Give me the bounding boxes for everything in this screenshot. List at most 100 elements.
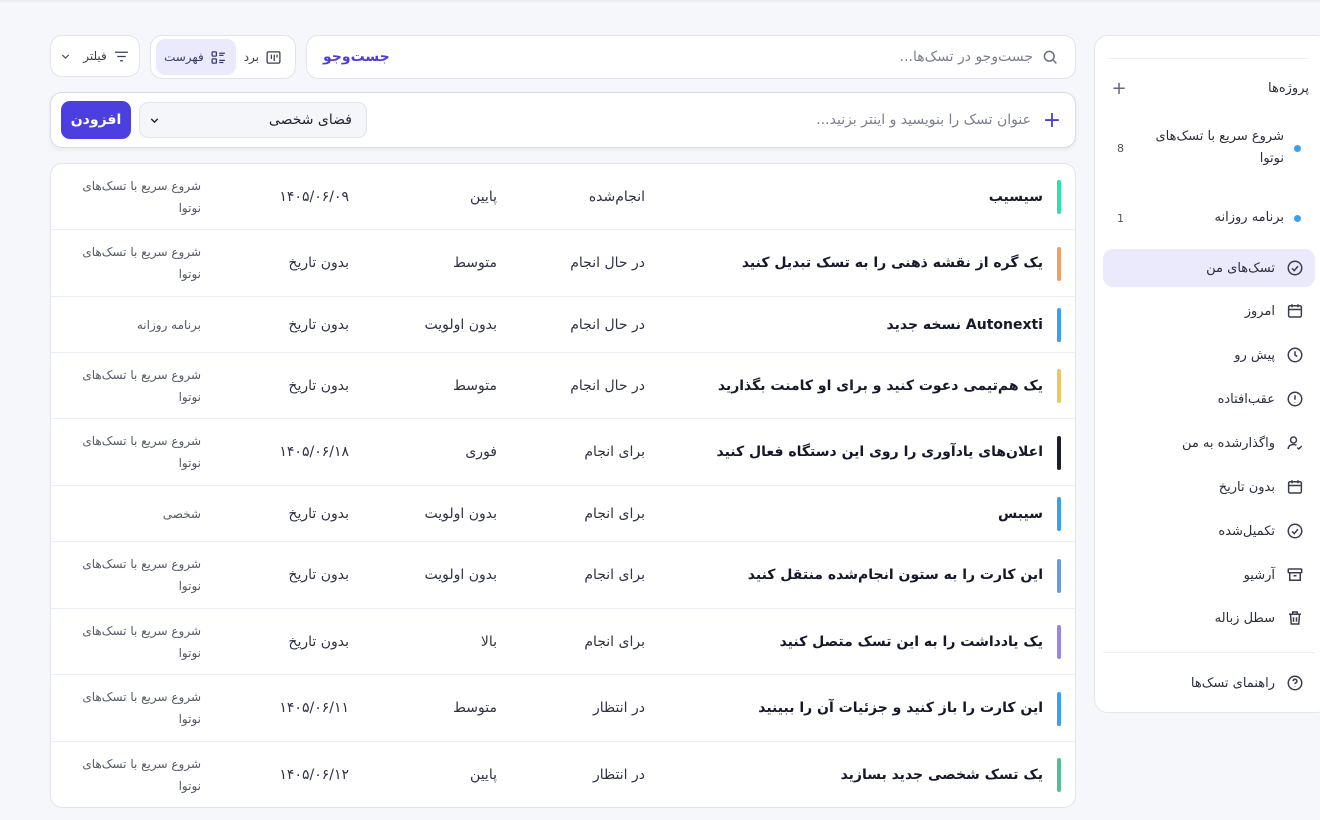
add-project-icon[interactable]: + [1107,78,1131,99]
task-project: شخصی [61,486,201,541]
task-title-text: یک یادداشت را به این تسک متصل کنید [779,633,1043,650]
project-name: شروع سریع با تسک‌های نوتوا [1155,129,1284,166]
sidebar-item-completed[interactable]: تکمیل‌شده [1103,512,1315,550]
task-title-text: این کارت را باز کنید و جزئیات آن را ببین… [758,700,1043,716]
sidebar-item-overdue[interactable]: عقب‌افتاده [1103,380,1315,418]
view-toggle: برد فهرست [150,35,296,79]
table-row[interactable]: یک هم‌تیمی دعوت کنید و برای او کامنت بگذ… [51,353,1075,419]
task-table: سیسیب انجام‌شده پایین ۱۴۰۵/۰۶/۰۹ شروع سریع ب… [50,163,1076,808]
task-project: شروع سریع با تسک‌های نوتوا [61,609,201,674]
task-project: برنامه روزانه [61,297,201,352]
projects-title: پروژه‌ها [1268,80,1309,96]
sidebar-item-today[interactable]: امروز [1103,292,1315,330]
task-project-text: شروع سریع با تسک‌های نوتوا [82,178,201,215]
sidebar-item-label: تکمیل‌شده [1218,523,1275,539]
task-project: شروع سریع با تسک‌های نوتوا [61,353,201,418]
table-row[interactable]: یک تسک شخصی جدید بسازید در انتظار پایین ۱۴۰… [51,742,1075,807]
task-title: یک گره از نقشه ذهنی را به تسک تبدیل کنید [663,230,1043,296]
project-name: برنامه روزانه [1214,210,1284,225]
task-color-bar [1057,497,1061,531]
task-priority-text: پایین [470,188,497,205]
task-status-text: در حال انجام [570,316,645,333]
task-due-date-text: بدون تاریخ [288,255,349,271]
add-task-button[interactable]: افزودن [61,101,131,139]
table-row[interactable]: یک گره از نقشه ذهنی را به تسک تبدیل کنید… [51,230,1075,297]
filter-icon [113,47,131,65]
chevron-down-icon [59,47,77,65]
quick-add-bar: + فضای شخصی افزودن [50,92,1076,148]
sidebar-item-label: سطل زباله [1214,610,1275,626]
filter-button[interactable]: فیلتر [50,35,140,77]
sidebar-item-assigned[interactable]: واگذارشده به من [1103,424,1315,462]
search-bar: جست‌وجو [306,35,1076,79]
sidebar-item-help[interactable]: راهنمای تسک‌ها [1103,664,1315,702]
task-color-bar [1057,758,1061,792]
table-row[interactable]: نسخه جدید Autonexti در حال انجام بدون اولو… [51,297,1075,353]
task-priority-text: بدون اولویت [424,505,497,522]
sidebar-item-trash[interactable]: سطل زباله [1103,599,1315,637]
sidebar-item-label: آرشیو [1243,567,1275,583]
sidebar-item-label: بدون تاریخ [1218,479,1275,495]
task-priority-text: فوری [465,444,497,460]
task-status-text: برای انجام [584,633,645,650]
list-view-button[interactable]: فهرست [155,39,236,75]
task-title-text: اعلان‌های یادآوری را روی این دستگاه فعال… [716,444,1043,460]
task-due-date-text: بدون تاریخ [288,505,349,522]
task-project: شروع سریع با تسک‌های نوتوا [61,419,201,485]
task-priority: بدون اولویت [351,486,497,541]
table-row[interactable]: یک یادداشت را به این تسک متصل کنید برای ا… [51,609,1075,675]
table-row[interactable]: اعلان‌های یادآوری را روی این دستگاه فعال… [51,419,1075,486]
task-status-text: انجام‌شده [588,188,645,205]
clock-icon [1285,345,1305,365]
task-priority-text: متوسط [453,377,497,394]
table-row[interactable]: این کارت را باز کنید و جزئیات آن را ببین… [51,675,1075,742]
task-due-date-text: ۱۴۰۵/۰۶/۰۹ [279,188,349,205]
task-project: شروع سریع با تسک‌های نوتوا [61,164,201,229]
archive-icon [1285,565,1305,585]
table-row[interactable]: سیبس برای انجام بدون اولویت بدون تاریخ شخصی [51,486,1075,542]
table-row[interactable]: این کارت را به ستون انجام‌شده منتقل کنید… [51,542,1075,609]
sidebar: پروژه‌ها + شروع سریع با تسک‌های نوتوا 8 … [1094,35,1320,713]
board-view-button[interactable]: برد [236,39,291,75]
task-due-date-text: بدون تاریخ [288,377,349,394]
task-due-date: بدون تاریخ [251,609,349,674]
search-input[interactable] [391,49,1033,65]
project-color-dot [1294,144,1301,152]
table-row[interactable]: سیسیب انجام‌شده پایین ۱۴۰۵/۰۶/۰۹ شروع سریع ب… [51,164,1075,230]
project-count: 8 [1117,141,1124,155]
task-title: سیبس [663,486,1043,541]
search-icon [1041,47,1061,67]
task-due-date: بدون تاریخ [251,353,349,418]
sidebar-item-no-date[interactable]: بدون تاریخ [1103,468,1315,506]
sidebar-item-archive[interactable]: آرشیو [1103,556,1315,594]
task-color-bar [1057,625,1061,659]
sidebar-item-label: راهنمای تسک‌ها [1190,675,1275,691]
task-priority: متوسط [351,353,497,418]
search-button[interactable]: جست‌وجو [321,49,392,65]
task-project-text: شروع سریع با تسک‌های نوتوا [82,367,201,404]
task-project-text: شروع سریع با تسک‌های نوتوا [82,557,201,593]
projects-header: پروژه‌ها + [1107,74,1309,102]
task-due-date: بدون تاریخ [251,297,349,352]
task-project-text: شخصی [162,506,201,521]
sidebar-item-upcoming[interactable]: پیش رو [1103,336,1315,374]
task-status-text: برای انجام [584,505,645,522]
task-priority: پایین [351,164,497,229]
task-project-text: برنامه روزانه [136,317,201,332]
list-icon [210,48,228,66]
calendar-icon [1285,301,1305,321]
project-color-dot [1294,214,1301,222]
task-title-input[interactable] [375,112,1031,128]
task-priority: بدون اولویت [351,542,497,608]
sidebar-project[interactable]: برنامه روزانه 1 [1117,207,1301,229]
sidebar-project[interactable]: شروع سریع با تسک‌های نوتوا 8 [1117,126,1301,170]
task-status-text: برای انجام [584,567,645,583]
trash-icon [1285,608,1305,628]
sidebar-item-label: امروز [1244,303,1275,319]
workspace-select[interactable]: فضای شخصی [139,102,367,138]
task-project-text: شروع سریع با تسک‌های نوتوا [82,757,201,793]
sidebar-item-my-tasks[interactable]: تسک‌های من [1103,249,1315,287]
task-priority-text: بالا [480,633,497,650]
task-color-bar [1057,559,1061,593]
task-priority: بالا [351,609,497,674]
